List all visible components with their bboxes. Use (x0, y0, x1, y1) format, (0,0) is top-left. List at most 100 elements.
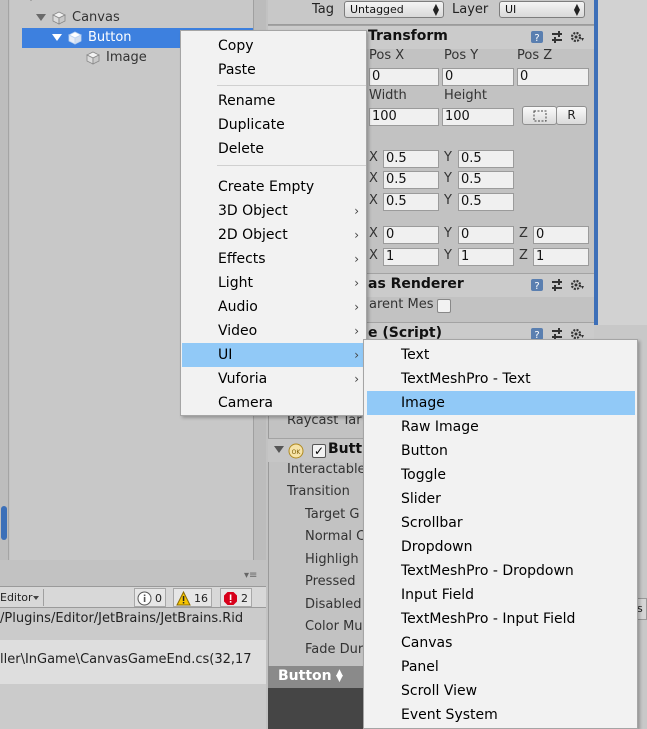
warning-icon (176, 591, 191, 606)
warning-count-toggle[interactable]: 16 (173, 588, 212, 607)
gear-icon[interactable] (570, 30, 584, 44)
submenu-item-slider[interactable]: Slider (367, 487, 635, 511)
tag-dropdown[interactable]: Untagged ▲ ▼ (344, 1, 444, 18)
menu-item-audio[interactable]: Audio › (182, 295, 367, 319)
gameobject-cube-icon (52, 11, 66, 25)
target-graphic-label: Target G (305, 507, 360, 522)
pivot-x-label: X (369, 193, 378, 208)
info-icon (137, 591, 152, 606)
gear-icon[interactable] (570, 278, 584, 292)
collapse-triangle-icon[interactable] (26, 0, 36, 1)
pos-x-field[interactable]: 0 (369, 68, 439, 86)
submenu-item-textmeshpro-dropdown[interactable]: TextMeshPro - Dropdown (367, 559, 635, 583)
svg-text:?: ? (534, 33, 539, 44)
collapse-triangle-icon[interactable] (36, 14, 46, 21)
submenu-item-event-system[interactable]: Event System (367, 703, 635, 727)
menu-item-vuforia[interactable]: Vuforia › (182, 367, 367, 391)
foldout-triangle-icon[interactable] (274, 446, 284, 453)
raw-edit-button[interactable]: R (556, 106, 587, 125)
svg-text:OK: OK (292, 449, 302, 456)
submenu-item-button[interactable]: Button (367, 439, 635, 463)
rotation-x-field[interactable]: 0 (383, 226, 439, 244)
submenu-item-scroll-view[interactable]: Scroll View (367, 679, 635, 703)
fade-duration-label: Fade Dur (305, 642, 364, 657)
pos-x-label: Pos X (369, 48, 405, 63)
submenu-item-scrollbar[interactable]: Scrollbar (367, 511, 635, 535)
submenu-item-label: Scroll View (401, 683, 478, 699)
anchor-min-y-field[interactable]: 0.5 (458, 150, 514, 168)
menu-item-effects[interactable]: Effects › (182, 247, 367, 271)
submenu-item-canvas[interactable]: Canvas (367, 631, 635, 655)
menu-item-3d-object[interactable]: 3D Object › (182, 199, 367, 223)
cull-transparent-mesh-checkbox[interactable] (437, 299, 451, 313)
menu-item-rename[interactable]: Rename (182, 89, 367, 113)
preset-slider-icon[interactable] (550, 278, 564, 292)
menu-separator (217, 85, 366, 86)
submenu-item-panel[interactable]: Panel (367, 655, 635, 679)
hierarchy-row-root[interactable] (22, 0, 253, 8)
menu-item-camera[interactable]: Camera (182, 391, 367, 415)
preview-tab[interactable]: Button ▲ ▼ (268, 666, 366, 688)
gameobject-cube-icon (68, 31, 82, 45)
rotation-y-field[interactable]: 0 (458, 226, 514, 244)
scale-y-label: Y (444, 248, 452, 263)
help-book-icon[interactable]: ? (530, 278, 544, 292)
menu-item-paste[interactable]: Paste (182, 58, 367, 82)
submenu-item-textmeshpro-input-field[interactable]: TextMeshPro - Input Field (367, 607, 635, 631)
scale-y-field[interactable]: 1 (458, 248, 514, 266)
menu-item-label: Copy (218, 38, 254, 54)
menu-item-duplicate[interactable]: Duplicate (182, 113, 367, 137)
submenu-item-raw-image[interactable]: Raw Image (367, 415, 635, 439)
submenu-item-dropdown[interactable]: Dropdown (367, 535, 635, 559)
menu-item-2d-object[interactable]: 2D Object › (182, 223, 367, 247)
submenu-item-input-field[interactable]: Input Field (367, 583, 635, 607)
rotation-z-field[interactable]: 0 (533, 226, 589, 244)
anchor-min-y-label: Y (444, 150, 452, 165)
panel-menu-icon[interactable]: ▾≡ (244, 571, 258, 581)
hierarchy-left-scrollbar[interactable] (0, 0, 9, 560)
scale-x-field[interactable]: 1 (383, 248, 439, 266)
menu-item-label: Camera (218, 395, 273, 411)
collapse-triangle-icon[interactable] (52, 34, 62, 41)
pivot-x-field[interactable]: 0.5 (383, 193, 439, 211)
component-title: Transform (368, 28, 448, 44)
pivot-y-field[interactable]: 0.5 (458, 193, 514, 211)
width-field[interactable]: 100 (369, 108, 439, 126)
console-log-line[interactable]: ller\InGame\CanvasGameEnd.cs(32,17 (0, 650, 266, 670)
submenu-item-textmeshpro-text[interactable]: TextMeshPro - Text (367, 367, 635, 391)
menu-item-create-empty[interactable]: Create Empty (182, 175, 367, 199)
menu-item-label: Effects (218, 251, 266, 267)
menu-item-light[interactable]: Light › (182, 271, 367, 295)
info-count-toggle[interactable]: 0 (134, 588, 166, 607)
inspector-scroll-track[interactable] (598, 0, 647, 325)
anchor-max-x-field[interactable]: 0.5 (383, 171, 439, 189)
pos-y-field[interactable]: 0 (442, 68, 514, 86)
anchor-max-y-field[interactable]: 0.5 (458, 171, 514, 189)
editor-dropdown[interactable]: Editor (0, 589, 44, 606)
submenu-chevron-icon: › (354, 252, 359, 266)
pos-y-label: Pos Y (444, 48, 479, 63)
layer-dropdown[interactable]: UI ▲ ▼ (499, 1, 585, 18)
anchor-min-x-field[interactable]: 0.5 (383, 150, 439, 168)
menu-item-copy[interactable]: Copy (182, 34, 367, 58)
menu-item-delete[interactable]: Delete (182, 137, 367, 161)
menu-item-ui[interactable]: UI › (182, 343, 367, 367)
scrollbar-thumb[interactable] (1, 506, 7, 540)
pos-z-field[interactable]: 0 (517, 68, 589, 86)
error-count-toggle[interactable]: 2 (220, 588, 252, 607)
scale-z-field[interactable]: 1 (533, 248, 589, 266)
inspector-scroll-thumb[interactable] (594, 0, 598, 325)
submenu-item-label: Text (401, 347, 430, 363)
console-log-line[interactable]: /Plugins/Editor/JetBrains/JetBrains.Rid (0, 609, 266, 629)
blueprint-mode-button[interactable] (522, 106, 557, 125)
menu-item-video[interactable]: Video › (182, 319, 367, 343)
preview-area (268, 688, 366, 729)
hierarchy-row-canvas[interactable]: Canvas (22, 8, 253, 28)
preset-slider-icon[interactable] (550, 30, 564, 44)
help-book-icon[interactable]: ? (530, 30, 544, 44)
submenu-item-text[interactable]: Text (367, 343, 635, 367)
component-enabled-checkbox[interactable]: ✓ (312, 444, 326, 458)
submenu-item-toggle[interactable]: Toggle (367, 463, 635, 487)
height-field[interactable]: 100 (442, 108, 514, 126)
submenu-item-image[interactable]: Image (367, 391, 635, 415)
